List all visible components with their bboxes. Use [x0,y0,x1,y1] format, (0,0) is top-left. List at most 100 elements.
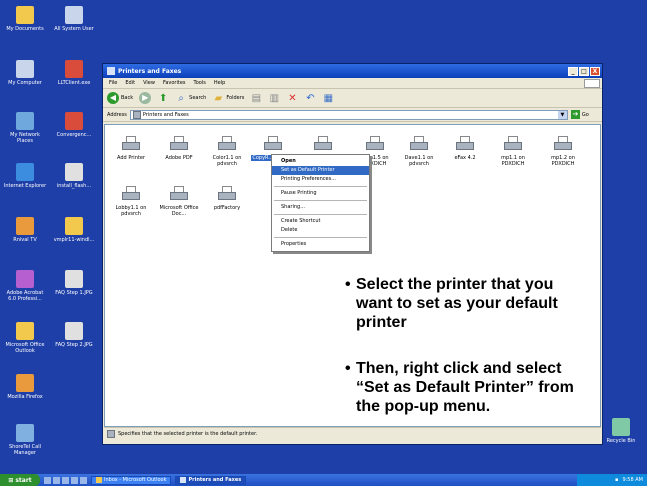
desktop-icon-label: ShoreTel Call Manager [8,444,42,456]
quick-launch-desktop-icon[interactable] [44,476,51,484]
desktop-icon[interactable]: install_flash... [51,163,97,189]
step-1-line-1: Select the printer that you [356,276,554,293]
quick-launch-outlook-icon[interactable] [62,476,69,484]
desktop-icon[interactable]: LLTClient.exe [51,60,97,86]
desktop-icon[interactable]: Recycle Bin [598,418,644,444]
menu-separator [274,214,367,215]
context-menu-item[interactable]: Properties [272,240,369,249]
printer-icon [217,185,237,203]
quick-launch [40,476,87,484]
task-printers[interactable]: Printers and Faxes [175,475,247,485]
menu-file[interactable]: File [109,80,117,86]
printer-item[interactable]: eFax 4.2 [443,135,487,161]
menu-view[interactable]: View [143,80,155,86]
desktop-icon[interactable]: All System User [51,6,97,32]
bullet: • [345,360,351,377]
add-printer-icon [121,135,141,153]
copy-to-icon[interactable]: ▥ [268,92,280,104]
close-button[interactable]: X [590,66,600,76]
instruction-step-2: • Then, right click and select “Set as D… [345,359,574,416]
printer-item[interactable]: Adobe PDF [157,135,201,161]
back-button[interactable]: ◀ Back [107,92,133,104]
menu-separator [274,237,367,238]
printer-label: Add Printer [117,155,145,161]
document-icon [65,112,83,130]
printer-label: Lobby1.1 on pdvsrch [115,205,147,217]
menu-edit[interactable]: Edit [125,80,135,86]
menu-help[interactable]: Help [214,80,225,86]
desktop-icon[interactable]: Mozilla Firefox [2,374,48,400]
network-icon[interactable]: ▪ [615,477,618,483]
step-1-line-2: want to set as your default [356,295,558,312]
menu-favorites[interactable]: Favorites [163,80,186,86]
context-menu-item[interactable]: Pause Printing [272,189,369,198]
desktop-icon-label: Recycle Bin [606,438,636,444]
undo-icon[interactable]: ↶ [304,92,316,104]
task-outlook-label: Inbox - Microsoft Outlook [104,477,167,483]
desktop-icon[interactable]: ShoreTel Call Manager [2,424,48,456]
printer-item[interactable]: mp1.2 on PDXDICH [541,135,585,167]
context-menu-item[interactable]: Printing Preferences... [272,175,369,184]
desktop-icon[interactable]: My Network Places [2,112,48,144]
address-field[interactable]: Printers and Faxes ▼ [129,109,568,120]
desktop-icon[interactable]: Microsoft Office Outlook [2,322,48,354]
desktop-icon-label: Microsoft Office Outlook [5,342,45,354]
desktop-icon-label: vmplr11-windl... [53,237,95,243]
image-icon [65,322,83,340]
printer-item[interactable]: pdfFactory [205,185,249,211]
context-menu-item[interactable]: Delete [272,226,369,235]
add-printer-item[interactable]: Add Printer [109,135,153,161]
bullet: • [345,276,351,293]
printer-item[interactable]: Microsoft Office Doc... [157,185,201,217]
desktop-icon[interactable]: FAQ Step 1.JPG [51,270,97,296]
dropdown-arrow-icon[interactable]: ▼ [557,110,567,119]
printer-item[interactable] [301,135,345,155]
computer-icon [16,60,34,78]
up-folder-icon[interactable]: ⬆ [157,92,169,104]
go-arrow-icon: ➔ [570,110,580,119]
start-button[interactable]: ⊞ start [0,474,40,486]
taskbar: ⊞ start Inbox - Microsoft Outlook Printe… [0,474,647,486]
maximize-button[interactable]: □ [579,66,589,76]
quick-launch-media-icon[interactable] [71,476,78,484]
desktop-icon[interactable]: Rnival TV [2,217,48,243]
address-value: Printers and Faxes [142,111,189,118]
installer-icon [65,163,83,181]
desktop-icon[interactable]: Internet Explorer [2,163,48,189]
printer-item[interactable]: mp1.1 on PDXDICH [491,135,535,167]
printer-item[interactable]: Color1.1 on pdvsrch [205,135,249,167]
search-icon: ⌕ [178,92,184,104]
minimize-button[interactable]: _ [568,66,578,76]
back-arrow-icon: ◀ [107,92,119,104]
printer-label: pdfFactory [213,205,241,211]
windows-flag-icon [584,78,600,88]
quick-launch-firefox-icon[interactable] [80,476,87,484]
context-menu-item[interactable]: Sharing... [272,203,369,212]
printer-item[interactable]: Dave1.1 on pdvsrch [397,135,441,167]
desktop-icon-label: Internet Explorer [3,183,47,189]
menu-tools[interactable]: Tools [194,80,206,86]
search-button[interactable]: ⌕ Search [175,92,206,104]
title-bar[interactable]: Printers and Faxes _ □ X [103,64,602,78]
quick-launch-ie-icon[interactable] [53,476,60,484]
printer-item[interactable]: Lobby1.1 on pdvsrch [109,185,153,217]
users-icon [65,6,83,24]
go-button[interactable]: ➔ Go [570,110,589,119]
views-icon[interactable]: ▦ [322,92,334,104]
context-menu-item[interactable]: Set as Default Printer [272,166,369,175]
move-to-icon[interactable]: ▤ [250,92,262,104]
desktop-icon[interactable]: vmplr11-windl... [51,217,97,243]
context-menu-item[interactable]: Open [272,157,369,166]
task-outlook[interactable]: Inbox - Microsoft Outlook [91,475,172,485]
desktop-icon[interactable]: Convergenc... [51,112,97,138]
back-label: Back [121,95,134,101]
folders-button[interactable]: ▰ Folders [212,92,244,104]
desktop-icon[interactable]: Adobe Acrobat 6.0 Professi... [2,270,48,302]
context-menu-item[interactable]: Create Shortcut [272,217,369,226]
desktop-icon[interactable]: My Computer [2,60,48,86]
step-1-line-3: printer [356,314,407,331]
forward-button[interactable]: ▶ [139,92,152,104]
desktop-icon[interactable]: FAQ Step 2.JPG [51,322,97,348]
desktop-icon[interactable]: My Documents [2,6,48,32]
delete-icon[interactable]: ✕ [286,92,298,104]
